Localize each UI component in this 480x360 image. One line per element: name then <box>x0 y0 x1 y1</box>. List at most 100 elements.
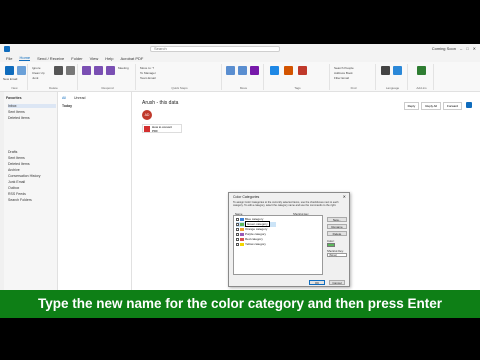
onenote-icon[interactable] <box>250 66 259 75</box>
tab-help[interactable]: Help <box>105 56 113 61</box>
reply-icon[interactable] <box>82 66 91 75</box>
category-list: Blue category Green category Orange cate… <box>233 215 323 275</box>
quickstep-team-email[interactable]: Team Email <box>140 76 156 80</box>
reply-all-icon[interactable] <box>94 66 103 75</box>
new-email-label: New Email <box>3 77 18 81</box>
clean-up-button[interactable]: Clean Up <box>32 71 45 75</box>
search-input[interactable]: Search <box>150 46 280 52</box>
folder-outbox[interactable]: Outbox <box>8 186 19 190</box>
rename-category-button[interactable]: Rename <box>327 224 347 229</box>
filter-email-button[interactable]: Filter Email <box>334 76 349 80</box>
folder-sent[interactable]: Sent Items <box>8 110 25 114</box>
category-name: Yellow category <box>245 242 266 247</box>
coming-soon-toggle[interactable]: Coming Soon <box>432 46 456 51</box>
category-checkbox[interactable] <box>236 243 239 246</box>
new-items-icon[interactable] <box>17 66 26 75</box>
quickstep-move-to[interactable]: Move to: ? <box>140 66 154 70</box>
favorites-header[interactable]: Favorites <box>6 96 22 100</box>
translate-icon[interactable] <box>393 66 402 75</box>
message-subject: Arush - this data <box>142 100 179 106</box>
category-row[interactable]: Yellow category <box>236 242 266 247</box>
category-name: Purple category <box>245 232 267 237</box>
cancel-button[interactable]: Cancel <box>329 280 345 285</box>
group-label-find: Find <box>350 86 357 90</box>
folder-sent-items[interactable]: Sent Items <box>8 156 25 160</box>
get-add-ins-icon[interactable] <box>417 66 426 75</box>
forward-icon[interactable] <box>106 66 115 75</box>
ribbon-group-find: Search People Address Book Filter Email … <box>332 64 376 90</box>
category-row[interactable]: Orange category <box>236 227 267 232</box>
ok-button[interactable]: OK <box>309 280 325 285</box>
filter-unread[interactable]: Unread <box>74 96 85 100</box>
tab-acrobat[interactable]: Acrobat PDF <box>120 56 143 61</box>
group-label-respond: Respond <box>101 86 114 90</box>
tutorial-caption: Type the new name for the color category… <box>0 290 480 318</box>
tab-home[interactable]: Home <box>19 55 31 61</box>
group-label-new: New <box>11 86 18 90</box>
filter-all[interactable]: All <box>62 96 66 100</box>
categorize-icon[interactable] <box>284 66 293 75</box>
category-checkbox[interactable] <box>236 228 239 231</box>
category-row-selected[interactable]: Green category <box>236 221 276 228</box>
category-row[interactable]: Red category <box>236 237 263 242</box>
close-icon[interactable]: ✕ <box>473 46 476 51</box>
meeting-button[interactable]: Meeting <box>118 66 129 70</box>
category-color-swatch <box>240 218 244 221</box>
category-name: Orange category <box>245 227 268 232</box>
archive-icon[interactable] <box>66 66 75 75</box>
folder-drafts[interactable]: Drafts <box>8 150 17 154</box>
ribbon-group-delete: Ignore Clean Up Junk Delete <box>30 64 78 90</box>
outlook-logo-icon <box>4 46 10 52</box>
tab-folder[interactable]: Folder <box>71 56 82 61</box>
follow-up-icon[interactable] <box>298 66 307 75</box>
group-label-language: Language <box>385 86 400 90</box>
quickstep-to-manager[interactable]: To Manager <box>140 71 156 75</box>
junk-button[interactable]: Junk <box>32 76 38 80</box>
ribbon-group-add-ins: Add-ins <box>410 64 434 90</box>
delete-icon[interactable] <box>54 66 63 75</box>
dialog-close-icon[interactable]: ✕ <box>343 194 346 199</box>
group-label-tags: Tags <box>294 86 301 90</box>
category-color-swatch <box>240 238 244 241</box>
group-label-delete: Delete <box>49 86 58 90</box>
category-color-swatch <box>240 233 244 236</box>
read-aloud-icon[interactable] <box>381 66 390 75</box>
folder-search-folders[interactable]: Search Folders <box>8 198 32 202</box>
category-checkbox[interactable] <box>236 233 239 236</box>
color-picker[interactable] <box>327 243 335 247</box>
reply-button[interactable]: Reply <box>403 102 420 110</box>
ignore-button[interactable]: Ignore <box>32 66 41 70</box>
tab-send-receive[interactable]: Send / Receive <box>37 56 64 61</box>
category-checkbox[interactable] <box>236 223 239 226</box>
category-color-swatch <box>240 243 244 246</box>
delete-category-button[interactable]: Delete <box>327 231 347 236</box>
reply-all-button[interactable]: Reply All <box>421 102 441 110</box>
folder-deleted[interactable]: Deleted Items <box>8 116 30 120</box>
tab-view[interactable]: View <box>90 56 99 61</box>
new-email-icon[interactable] <box>5 66 14 75</box>
folder-deleted-items[interactable]: Deleted Items <box>8 162 30 166</box>
new-category-button[interactable]: New... <box>327 217 347 222</box>
category-checkbox[interactable] <box>236 218 239 221</box>
tab-file[interactable]: File <box>6 56 12 61</box>
category-row[interactable]: Purple category <box>236 232 266 237</box>
ribbon-group-language: Language <box>378 64 408 90</box>
maximize-icon[interactable]: □ <box>466 46 468 51</box>
folder-archive[interactable]: Archive <box>8 168 20 172</box>
folder-rss[interactable]: RSS Feeds <box>8 192 26 196</box>
move-icon[interactable] <box>226 66 235 75</box>
rules-icon[interactable] <box>238 66 247 75</box>
group-label-quick-steps: Quick Steps <box>171 86 188 90</box>
search-people-button[interactable]: Search People <box>334 66 354 70</box>
shortcut-select[interactable]: (None) <box>327 253 347 257</box>
folder-junk[interactable]: Junk Email <box>8 180 25 184</box>
address-book-button[interactable]: Address Book <box>334 71 353 75</box>
forward-button[interactable]: Forward <box>442 102 462 110</box>
folder-inbox[interactable]: Inbox <box>8 104 56 108</box>
folder-conversation-history[interactable]: Conversation History <box>8 174 40 178</box>
minimize-icon[interactable]: – <box>460 46 462 51</box>
category-checkbox[interactable] <box>236 238 239 241</box>
unread-read-icon[interactable] <box>270 66 279 75</box>
attachment-card[interactable]: How to convert PDF <box>142 124 182 133</box>
teams-icon[interactable] <box>466 102 472 108</box>
